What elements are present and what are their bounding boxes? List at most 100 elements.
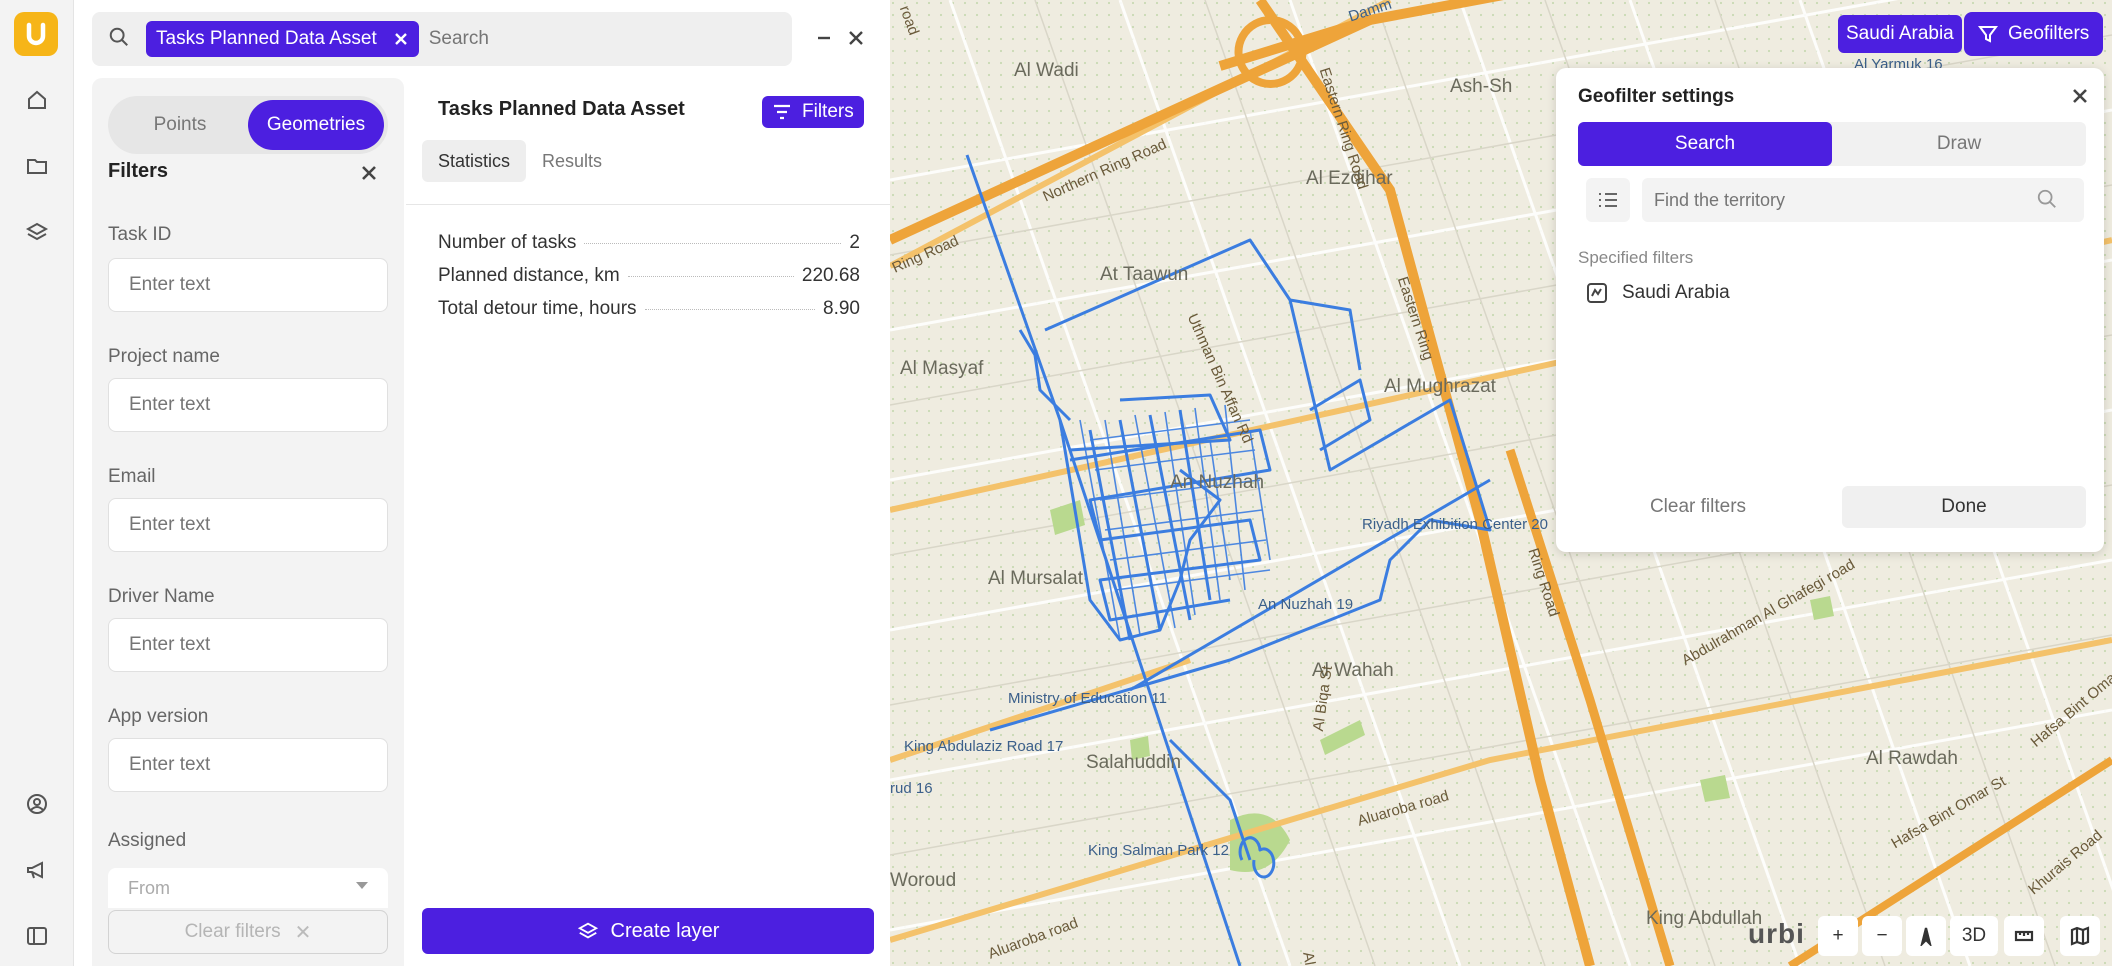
announcements-button[interactable]	[17, 850, 57, 890]
mode-geometries-tab[interactable]: Geometries	[248, 100, 384, 150]
close-panel-button[interactable]	[840, 22, 872, 54]
layers-button[interactable]	[17, 212, 57, 252]
app-logo[interactable]	[14, 12, 58, 56]
zoom-in-button[interactable]: +	[1818, 916, 1858, 956]
zoom-out-button[interactable]: −	[1862, 916, 1902, 956]
stat-row: Planned distance, km 220.68	[438, 265, 860, 287]
data-panel: Tasks Planned Data Asset Points Geometri…	[74, 0, 890, 966]
map-label: Al Mursalat	[988, 568, 1084, 589]
funnel-icon	[1978, 26, 1998, 43]
specified-filter-item[interactable]: Saudi Arabia	[1586, 282, 1730, 304]
3d-toggle-button[interactable]: 3D	[1950, 916, 1998, 956]
megaphone-icon	[27, 861, 43, 879]
brand-logo: urbi	[1748, 918, 1805, 949]
clear-filters-label: Clear filters	[184, 921, 281, 942]
stat-value: 8.90	[823, 298, 860, 319]
map-label: Al	[1299, 950, 1319, 966]
geofilter-done-button[interactable]: Done	[1842, 486, 2086, 528]
geofilter-dialog: Geofilter settings Search Draw Specified…	[1556, 68, 2104, 552]
map-label: At Taawun	[1100, 264, 1189, 285]
map-label: Woroud	[890, 870, 957, 891]
project-name-label: Project name	[108, 346, 220, 367]
stat-leader	[627, 276, 794, 277]
tabs-divider	[406, 204, 890, 205]
results-tabs: Statistics Results	[422, 140, 618, 182]
profile-button[interactable]	[17, 784, 57, 824]
minimize-icon	[818, 36, 830, 40]
project-name-input[interactable]	[108, 378, 388, 432]
sidebar-toggle-icon	[27, 927, 47, 945]
map-label: King Abdulaziz Road 17	[904, 738, 1064, 755]
map-label: Al Masyaf	[900, 358, 984, 379]
compass-icon	[1920, 927, 1932, 946]
territory-list-button[interactable]	[1586, 178, 1630, 222]
home-button[interactable]	[17, 80, 57, 120]
stat-value: 2	[849, 232, 860, 253]
geofilter-clear-button[interactable]: Clear filters	[1578, 486, 1818, 528]
search-input[interactable]	[428, 28, 759, 50]
close-filters-button[interactable]	[356, 160, 382, 186]
ruler-button[interactable]	[2004, 916, 2044, 956]
results-filters-label: Filters	[802, 101, 854, 122]
clear-filters-button[interactable]: Clear filters ✕	[108, 910, 388, 954]
map-label: rud 16	[890, 780, 933, 797]
map-label: King Salman Park 12	[1088, 842, 1229, 859]
map-label: Ash-Sh	[1450, 76, 1513, 97]
list-icon	[1599, 193, 1617, 207]
email-label: Email	[108, 466, 156, 487]
tab-results[interactable]: Results	[526, 140, 618, 182]
stat-label: Planned distance, km	[438, 265, 620, 286]
tab-statistics[interactable]: Statistics	[422, 140, 527, 182]
map-label: Ministry of Education 11	[1008, 690, 1167, 707]
close-geofilter-button[interactable]	[2068, 84, 2092, 108]
geofilters-label: Geofilters	[2008, 23, 2090, 44]
tab-draw[interactable]: Draw	[1832, 122, 2086, 166]
country-chip[interactable]: Saudi Arabia	[1838, 15, 1962, 53]
sidebar-toggle-button[interactable]	[17, 916, 57, 956]
stat-leader	[644, 309, 816, 310]
map-label: Al Rawdah	[1866, 748, 1958, 769]
map-label: An Nuzhah 19	[1258, 596, 1354, 613]
map-label: King Abdullah	[1646, 908, 1763, 929]
assigned-select-value: From	[128, 878, 170, 898]
task-id-label: Task ID	[108, 224, 172, 245]
mode-points-tab[interactable]: Points	[112, 100, 248, 150]
stat-row: Total detour time, hours 8.90	[438, 298, 860, 320]
minimize-button[interactable]	[808, 22, 840, 54]
map-icon	[2070, 926, 2090, 946]
specified-filter-label: Saudi Arabia	[1622, 282, 1730, 303]
layers-icon	[577, 922, 598, 939]
chevron-down-icon	[356, 882, 368, 889]
territory-search-input[interactable]	[1642, 178, 2084, 222]
compass-button[interactable]	[1906, 916, 1946, 956]
map-label: Al Mughrazat	[1384, 376, 1496, 397]
filter-lines-icon	[774, 104, 790, 120]
geofilters-button[interactable]: Geofilters	[1964, 12, 2104, 56]
results-filters-button[interactable]: Filters	[762, 96, 864, 128]
geofilter-mode-switch: Search Draw	[1578, 122, 2086, 166]
map-layers-button[interactable]	[2060, 916, 2100, 956]
app-version-input[interactable]	[108, 738, 388, 792]
map-label: Salahuddin	[1086, 752, 1182, 773]
close-icon[interactable]	[391, 29, 411, 49]
asset-chip-label: Tasks Planned Data Asset	[156, 28, 377, 49]
close-icon	[849, 31, 863, 45]
app-version-label: App version	[108, 706, 209, 727]
create-layer-button[interactable]: Create layer	[422, 908, 874, 954]
task-id-input[interactable]	[108, 258, 388, 312]
email-input[interactable]	[108, 498, 388, 552]
tab-search[interactable]: Search	[1578, 122, 1832, 166]
assigned-label: Assigned	[108, 830, 187, 851]
home-icon	[28, 90, 46, 109]
close-icon	[2073, 89, 2087, 103]
asset-chip[interactable]: Tasks Planned Data Asset	[146, 21, 419, 57]
assigned-select[interactable]: From	[108, 868, 388, 908]
ruler-icon	[2014, 930, 2034, 942]
stat-value: 220.68	[801, 265, 860, 286]
folder-button[interactable]	[17, 146, 57, 186]
mode-switch: Points Geometries	[108, 96, 388, 154]
search-icon[interactable]	[2036, 188, 2060, 212]
stat-row: Number of tasks 2	[438, 232, 860, 254]
driver-name-input[interactable]	[108, 618, 388, 672]
layers-icon	[25, 222, 49, 241]
